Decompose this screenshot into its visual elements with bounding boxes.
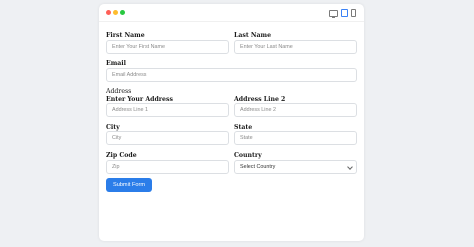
zip-code-label: Zip Code <box>106 152 137 159</box>
state-label: State <box>234 124 253 131</box>
first-name-label: First Name <box>106 32 145 39</box>
window-titlebar <box>99 4 364 22</box>
address-line1-input[interactable]: Address Line 1 <box>106 103 229 117</box>
address-line2-label: Address Line 2 <box>234 96 286 103</box>
chevron-down-icon <box>347 164 353 170</box>
country-label: Country <box>234 152 262 159</box>
country-select-value: Select Country <box>240 164 276 170</box>
email-input[interactable]: Email Address <box>106 68 357 82</box>
zip-code-input[interactable]: Zip <box>106 160 229 174</box>
submit-form-button[interactable]: Submit Form <box>106 178 152 192</box>
minimize-dot-icon[interactable] <box>113 10 118 15</box>
preview-window: First Name Enter Your First Name Last Na… <box>99 4 364 241</box>
city-label: City <box>106 124 120 131</box>
address-heading: Address <box>106 88 132 95</box>
mobile-icon[interactable] <box>351 9 356 17</box>
state-input[interactable]: State <box>234 131 357 145</box>
close-dot-icon[interactable] <box>106 10 111 15</box>
maximize-dot-icon[interactable] <box>120 10 125 15</box>
address-line1-label: Enter Your Address <box>106 96 173 103</box>
city-input[interactable]: City <box>106 131 229 145</box>
tablet-icon[interactable] <box>341 9 348 17</box>
address-line2-input[interactable]: Address Line 2 <box>234 103 357 117</box>
first-name-input[interactable]: Enter Your First Name <box>106 40 229 54</box>
last-name-input[interactable]: Enter Your Last Name <box>234 40 357 54</box>
last-name-label: Last Name <box>234 32 272 39</box>
email-label: Email <box>106 60 126 67</box>
country-select[interactable]: Select Country <box>234 160 357 174</box>
device-toggle-group <box>329 9 356 18</box>
desktop-icon[interactable] <box>329 9 338 18</box>
